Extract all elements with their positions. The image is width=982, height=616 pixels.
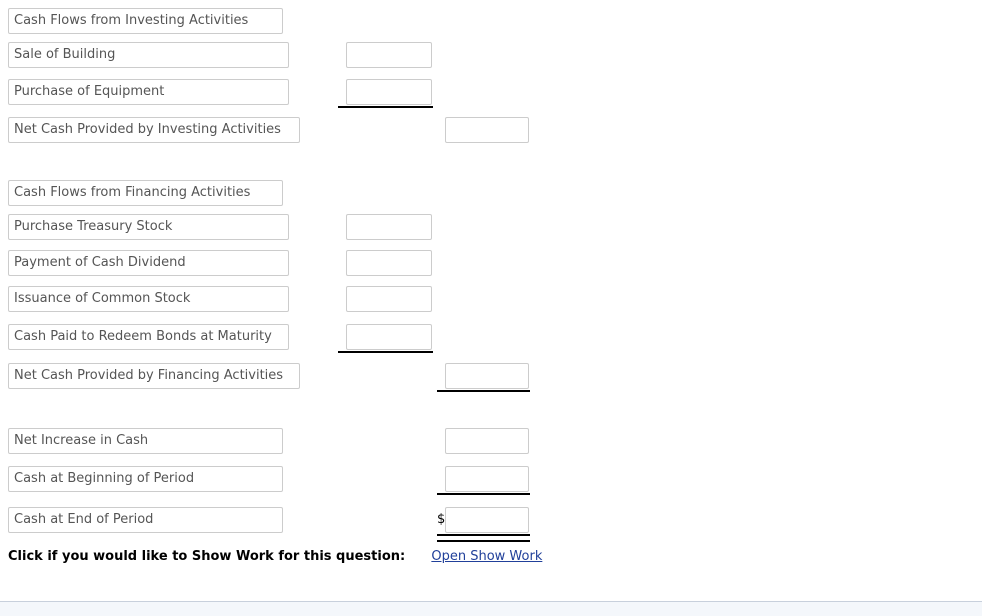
show-work-prompt-label: Click if you would like to Show Work for…	[8, 549, 406, 564]
account-select-net-increase-in-cash[interactable]: Net Increase in Cash	[8, 428, 283, 454]
amount-input-net-cash-investing[interactable]	[445, 117, 529, 143]
total-rule-single	[338, 351, 433, 353]
worksheet-row: Cash Flows from Financing Activities	[0, 180, 982, 216]
account-select-net-cash-investing[interactable]: Net Cash Provided by Investing Activitie…	[8, 117, 300, 143]
worksheet-row: Net Cash Provided by Investing Activitie…	[0, 117, 982, 153]
account-select-sale-of-building[interactable]: Sale of Building	[8, 42, 289, 68]
account-select-cash-beginning-of-period[interactable]: Cash at Beginning of Period	[8, 466, 283, 492]
account-select-payment-of-cash-dividend[interactable]: Payment of Cash Dividend	[8, 250, 289, 276]
worksheet-row: Issuance of Common Stock	[0, 286, 982, 322]
account-select-purchase-treasury-stock[interactable]: Purchase Treasury Stock	[8, 214, 289, 240]
account-select-cash-end-of-period[interactable]: Cash at End of Period	[8, 507, 283, 533]
amount-input-purchase-of-equipment[interactable]	[346, 79, 432, 105]
worksheet-row: Cash at End of Period $	[0, 507, 982, 543]
total-rule-single	[437, 390, 530, 392]
open-show-work-link[interactable]: Open Show Work	[431, 549, 542, 564]
account-select-cash-flows-financing-header[interactable]: Cash Flows from Financing Activities	[8, 180, 283, 206]
amount-input-sale-of-building[interactable]	[346, 42, 432, 68]
amount-input-net-cash-financing[interactable]	[445, 363, 529, 389]
total-rule-single	[437, 493, 530, 495]
show-work-prompt-area: Click if you would like to Show Work for…	[8, 549, 708, 569]
account-select-cash-paid-redeem-bonds[interactable]: Cash Paid to Redeem Bonds at Maturity	[8, 324, 289, 350]
worksheet-row: Cash at Beginning of Period	[0, 466, 982, 502]
amount-input-purchase-treasury-stock[interactable]	[346, 214, 432, 240]
worksheet-row: Cash Paid to Redeem Bonds at Maturity	[0, 324, 982, 360]
total-rule-single	[338, 106, 433, 108]
worksheet-row: Purchase Treasury Stock	[0, 214, 982, 250]
worksheet-row: Net Cash Provided by Financing Activitie…	[0, 363, 982, 399]
account-select-cash-flows-investing-header[interactable]: Cash Flows from Investing Activities	[8, 8, 283, 34]
worksheet-row: Cash Flows from Investing Activities	[0, 8, 982, 44]
worksheet-row: Purchase of Equipment	[0, 79, 982, 115]
amount-input-payment-of-cash-dividend[interactable]	[346, 250, 432, 276]
account-select-issuance-of-common-stock[interactable]: Issuance of Common Stock	[8, 286, 289, 312]
amount-input-net-increase-in-cash[interactable]	[445, 428, 529, 454]
cash-flow-worksheet: Cash Flows from Investing Activities Sale…	[0, 0, 982, 601]
worksheet-row: Net Increase in Cash	[0, 428, 982, 464]
amount-input-cash-paid-redeem-bonds[interactable]	[346, 324, 432, 350]
account-select-net-cash-financing[interactable]: Net Cash Provided by Financing Activitie…	[8, 363, 300, 389]
worksheet-row: Payment of Cash Dividend	[0, 250, 982, 286]
amount-input-cash-end-of-period[interactable]	[445, 507, 529, 533]
bottom-status-strip	[0, 601, 982, 616]
amount-input-cash-beginning-of-period[interactable]	[445, 466, 529, 492]
account-select-purchase-of-equipment[interactable]: Purchase of Equipment	[8, 79, 289, 105]
total-rule-double	[437, 534, 530, 542]
amount-input-issuance-of-common-stock[interactable]	[346, 286, 432, 312]
worksheet-row: Sale of Building	[0, 42, 982, 78]
